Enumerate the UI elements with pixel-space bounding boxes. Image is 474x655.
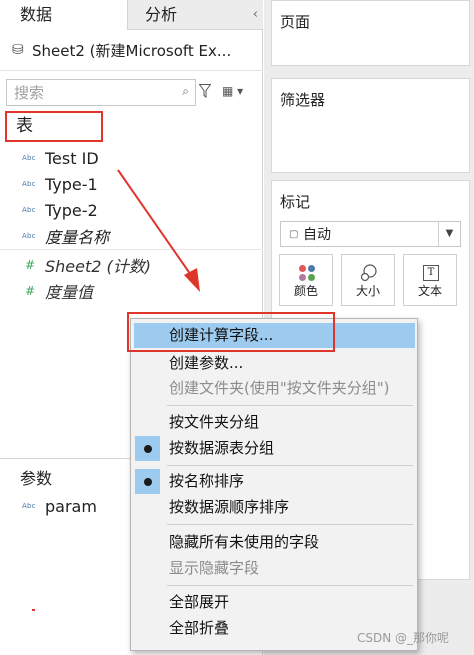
- collapse-pane-icon[interactable]: ‹: [253, 0, 258, 30]
- field-test-id[interactable]: Abc Test ID: [0, 145, 263, 171]
- pages-shelf-title: 页面: [280, 13, 311, 31]
- number-type-icon: #: [25, 258, 36, 272]
- automatic-mark-icon: ▢: [289, 228, 299, 240]
- menu-item-group-by-folder[interactable]: 按文件夹分组: [131, 410, 417, 435]
- data-source[interactable]: ⛁ Sheet2 (新建Microsoft Ex...: [0, 36, 263, 64]
- field-type-2[interactable]: Abc Type-2: [0, 197, 263, 223]
- annotation-mark: [32, 609, 35, 611]
- color-dots-icon: [299, 265, 315, 281]
- text-t-icon: T: [423, 265, 439, 281]
- search-input[interactable]: [14, 83, 174, 102]
- size-button[interactable]: 大小: [341, 254, 395, 306]
- menu-item-group-by-data-source-table[interactable]: 按数据源表分组: [131, 436, 417, 461]
- mark-type-value: 自动: [303, 227, 331, 243]
- field-label: Test ID: [45, 148, 99, 168]
- number-type-icon: #: [25, 284, 36, 298]
- menu-item-create-parameter[interactable]: 创建参数...: [131, 351, 417, 376]
- menu-item-hide-all-unused-fields[interactable]: 隐藏所有未使用的字段: [131, 530, 417, 555]
- tab-data[interactable]: 数据: [0, 0, 128, 30]
- divider: [0, 70, 263, 71]
- field-measure-names[interactable]: Abc 度量名称: [0, 223, 263, 249]
- field-label: param: [45, 496, 97, 516]
- search-icon[interactable]: ⌕: [182, 84, 189, 99]
- menu-item-sort-by-data-source-order[interactable]: 按数据源顺序排序: [131, 495, 417, 520]
- string-type-icon: Abc: [22, 154, 36, 162]
- string-type-icon: Abc: [22, 206, 36, 214]
- menu-separator: [167, 524, 413, 525]
- field-label: 度量值: [45, 283, 94, 302]
- menu-separator: [167, 405, 413, 406]
- tab-analysis[interactable]: 分析 ‹: [128, 0, 263, 30]
- string-type-icon: Abc: [22, 232, 36, 240]
- text-button-label: 文本: [417, 284, 442, 298]
- parameters-section-label: 参数: [20, 469, 53, 488]
- context-menu: 创建计算字段... 创建参数... 创建文件夹(使用"按文件夹分组") 按文件夹…: [130, 318, 418, 651]
- field-label: 度量名称: [45, 228, 110, 247]
- size-button-label: 大小: [355, 284, 380, 298]
- text-button[interactable]: T 文本: [403, 254, 457, 306]
- marks-card-title: 标记: [280, 193, 311, 211]
- dropdown-arrow-icon: ▼: [438, 222, 460, 246]
- pages-shelf[interactable]: 页面: [271, 0, 470, 66]
- field-type-1[interactable]: Abc Type-1: [0, 171, 263, 197]
- menu-item-sort-by-name[interactable]: 按名称排序: [131, 469, 417, 494]
- database-icon: ⛁: [12, 42, 24, 58]
- measure-sheet2-count[interactable]: # Sheet2 (计数): [0, 252, 263, 278]
- table-section-label: 表: [5, 111, 103, 142]
- mark-type-dropdown[interactable]: ▢ 自动 ▼: [280, 221, 461, 247]
- annotation-highlight-box: [127, 312, 335, 352]
- menu-item-show-hidden-fields: 显示隐藏字段: [169, 559, 260, 577]
- string-type-icon: Abc: [22, 502, 36, 510]
- watermark: CSDN @_那你呢: [357, 631, 450, 645]
- filters-shelf[interactable]: 筛选器: [271, 78, 470, 173]
- menu-item-expand-all[interactable]: 全部展开: [131, 590, 417, 615]
- data-source-label: Sheet2 (新建Microsoft Ex...: [32, 41, 232, 60]
- color-button-label: 颜色: [293, 284, 318, 298]
- string-type-icon: Abc: [22, 180, 36, 188]
- field-label: Type-2: [45, 200, 98, 220]
- pane-tabs: 数据 分析 ‹: [0, 0, 263, 30]
- menu-separator: [167, 465, 413, 466]
- menu-separator: [167, 585, 413, 586]
- divider: [0, 249, 263, 250]
- filter-icon[interactable]: [199, 84, 211, 98]
- field-label: Type-1: [45, 174, 98, 194]
- field-label: Sheet2 (计数): [45, 257, 152, 276]
- size-circles-icon: [360, 264, 377, 282]
- color-button[interactable]: 颜色: [279, 254, 333, 306]
- measure-values[interactable]: # 度量值: [0, 278, 263, 304]
- search-box: ⌕: [6, 79, 196, 106]
- tab-analysis-label: 分析: [145, 5, 178, 24]
- menu-item-create-folder: 创建文件夹(使用"按文件夹分组"): [169, 379, 390, 397]
- view-options-icon[interactable]: ▦ ▾: [222, 84, 243, 98]
- filters-shelf-title: 筛选器: [280, 91, 326, 109]
